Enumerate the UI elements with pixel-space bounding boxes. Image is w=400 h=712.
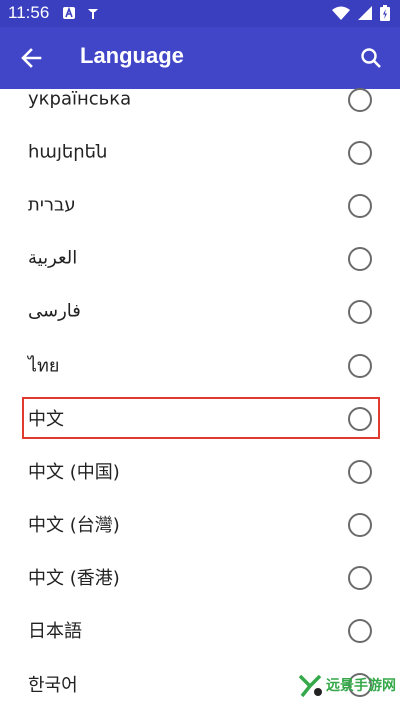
- language-label: עברית: [28, 194, 76, 216]
- language-label: հայերեն: [28, 141, 108, 163]
- watermark-logo-icon: [298, 674, 322, 698]
- radio-button[interactable]: [348, 459, 372, 484]
- language-row-chinese-hongkong[interactable]: 中文 (香港): [0, 551, 400, 604]
- language-label: 中文 (香港): [28, 568, 120, 590]
- language-row-arabic[interactable]: العربية: [0, 232, 400, 285]
- radio-button[interactable]: [348, 300, 372, 325]
- language-row-persian[interactable]: فارسی: [0, 285, 400, 338]
- language-row-japanese[interactable]: 日本語: [0, 604, 400, 657]
- radio-button[interactable]: [348, 513, 372, 538]
- language-row-ukrainian[interactable]: українська: [0, 72, 400, 125]
- language-label: 日本語: [28, 621, 82, 643]
- language-label: فارسی: [28, 300, 81, 322]
- radio-button[interactable]: [348, 353, 372, 378]
- language-label: العربية: [28, 247, 78, 269]
- language-label: 中文 (台灣): [28, 515, 120, 537]
- notification-pin-icon: [88, 9, 98, 19]
- language-label: 中文: [28, 408, 64, 430]
- arrow-back-icon: [21, 48, 42, 68]
- language-row-chinese[interactable]: 中文: [0, 391, 400, 444]
- back-button[interactable]: [14, 41, 48, 75]
- language-label: ไทย: [28, 355, 60, 377]
- radio-button[interactable]: [348, 619, 372, 644]
- watermark-text: 远景手游网: [326, 678, 396, 694]
- radio-button[interactable]: [348, 406, 372, 431]
- status-bar: 11:56: [0, 0, 400, 27]
- language-label: 한국어: [28, 674, 78, 696]
- search-button[interactable]: [354, 41, 388, 75]
- page-title: Language: [80, 43, 184, 68]
- language-row-chinese-taiwan[interactable]: 中文 (台灣): [0, 498, 400, 551]
- radio-button[interactable]: [348, 566, 372, 591]
- language-label: українська: [28, 88, 132, 110]
- language-row-chinese-china[interactable]: 中文 (中国): [0, 444, 400, 497]
- radio-button[interactable]: [348, 140, 372, 165]
- radio-button[interactable]: [348, 193, 372, 218]
- search-icon: [361, 48, 381, 68]
- status-notification-icons: [62, 6, 100, 20]
- language-row-armenian[interactable]: հայերեն: [0, 125, 400, 178]
- language-row-hebrew[interactable]: עברית: [0, 178, 400, 231]
- radio-button[interactable]: [348, 87, 372, 112]
- language-label: 中文 (中国): [28, 461, 120, 483]
- wifi-icon: [332, 6, 350, 20]
- watermark: 远景手游网: [298, 672, 396, 698]
- radio-button[interactable]: [348, 247, 372, 272]
- status-system-icons: [332, 5, 390, 21]
- language-list: українська հայերեն עברית العربية فارسی ไ…: [0, 72, 400, 710]
- language-row-thai[interactable]: ไทย: [0, 338, 400, 391]
- battery-icon: [380, 5, 390, 21]
- notification-a-icon: [63, 6, 75, 19]
- status-time: 11:56: [8, 3, 50, 22]
- signal-icon: [358, 6, 372, 20]
